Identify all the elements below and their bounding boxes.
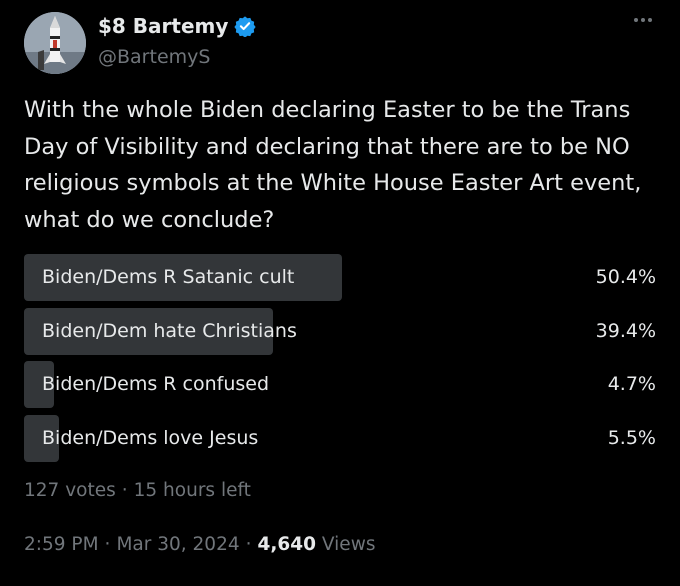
avatar[interactable] [24, 12, 86, 74]
poll-option[interactable]: Biden/Dems love Jesus 5.5% [24, 414, 658, 462]
tweet-time[interactable]: 2:59 PM [24, 534, 99, 555]
poll-votes[interactable]: 127 votes [24, 480, 116, 501]
separator: · [245, 534, 252, 555]
more-options-icon[interactable] [634, 18, 652, 22]
poll-option[interactable]: Biden/Dem hate Christians 39.4% [24, 307, 658, 355]
poll-option-label: Biden/Dems love Jesus [42, 426, 259, 449]
views-label: Views [321, 534, 376, 555]
poll-option-label: Biden/Dem hate Christians [42, 319, 297, 342]
separator: · [104, 534, 111, 555]
name-row: $8 Bartemy [98, 12, 257, 40]
tweet: $8 Bartemy @BartemyS With the whole Bide… [0, 0, 680, 586]
dot [641, 18, 645, 22]
dot [634, 18, 638, 22]
verified-badge-icon [234, 16, 257, 37]
poll-option-percent: 4.7% [607, 373, 656, 395]
timestamp-row: 2:59 PM · Mar 30, 2024 · 4,640 Views [24, 534, 375, 555]
handle[interactable]: @BartemyS [98, 46, 256, 68]
tweet-text: With the whole Biden declaring Easter to… [24, 97, 649, 233]
poll-option-percent: 39.4% [595, 319, 656, 342]
poll: Biden/Dems R Satanic cult 50.4% Biden/De… [24, 254, 658, 468]
author-block: $8 Bartemy @BartemyS [98, 12, 257, 68]
poll-meta: 127 votes · 15 hours left [24, 480, 251, 501]
dot [648, 18, 652, 22]
poll-option[interactable]: Biden/Dems R Satanic cult 50.4% [24, 254, 658, 301]
tweet-date[interactable]: Mar 30, 2024 [116, 534, 239, 555]
separator: · [121, 480, 128, 501]
views-count: 4,640 [257, 534, 317, 555]
poll-time-left: 15 hours left [133, 480, 251, 501]
display-name[interactable]: $8 Bartemy [98, 14, 228, 38]
poll-option-percent: 50.4% [595, 266, 656, 288]
poll-option-label: Biden/Dems R confused [42, 373, 270, 395]
poll-option[interactable]: Biden/Dems R confused 4.7% [24, 361, 658, 408]
poll-option-percent: 5.5% [607, 426, 656, 449]
rocket-avatar-icon [24, 12, 86, 74]
poll-option-label: Biden/Dems R Satanic cult [42, 266, 295, 288]
